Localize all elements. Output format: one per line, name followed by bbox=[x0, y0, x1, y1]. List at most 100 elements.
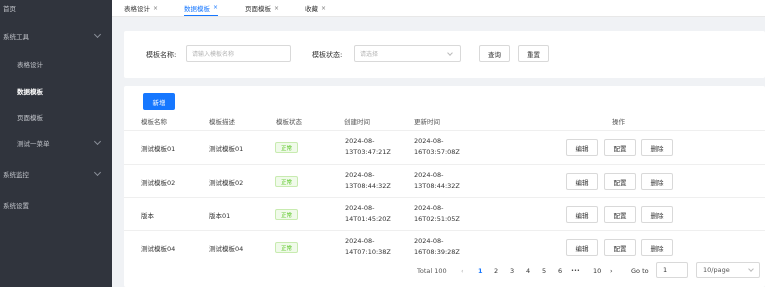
edit-button[interactable]: 编辑 bbox=[566, 239, 598, 256]
add-template-button[interactable]: 新增 bbox=[143, 93, 175, 110]
tab-label: 表格设计 bbox=[124, 5, 150, 13]
pagination-page-6[interactable]: 6 bbox=[558, 267, 562, 275]
created-time-cell: 2024-08- 14T07:10:38Z bbox=[345, 236, 391, 258]
pagination-page-3[interactable]: 3 bbox=[510, 267, 514, 275]
template-name-cell: 测试模板01 bbox=[141, 145, 176, 153]
column-header-status: 模板状态 bbox=[276, 118, 302, 126]
template-name-cell: 版本 bbox=[141, 212, 154, 220]
edit-button[interactable]: 编辑 bbox=[566, 206, 598, 223]
table-row: 测试模板02 测试模板02 正常 2024-08- 13T08:44:32Z 20… bbox=[124, 164, 765, 197]
chevron-down-icon bbox=[93, 137, 102, 146]
pagination-page-2[interactable]: 2 bbox=[494, 267, 498, 275]
input-placeholder: 请输入模板名称 bbox=[192, 51, 235, 58]
close-icon[interactable]: × bbox=[213, 4, 218, 11]
config-button[interactable]: 配置 bbox=[604, 239, 636, 256]
table-row: 测试模板04 测试模板04 正常 2024-08- 14T07:10:38Z 20… bbox=[124, 230, 765, 263]
template-status-select[interactable]: 请选择 bbox=[354, 45, 461, 62]
column-header-desc: 模板描述 bbox=[209, 118, 235, 126]
created-date-part: 2024-08- bbox=[345, 204, 375, 212]
goto-value: 1 bbox=[663, 266, 668, 274]
reset-button[interactable]: 重置 bbox=[518, 45, 549, 62]
pagination-page-4[interactable]: 4 bbox=[526, 267, 530, 275]
edit-button[interactable]: 编辑 bbox=[566, 173, 598, 190]
config-button[interactable]: 配置 bbox=[604, 173, 636, 190]
updated-time-part: 16T03:57:08Z bbox=[414, 148, 460, 156]
created-date-part: 2024-08- bbox=[345, 171, 375, 179]
pagination-page-1[interactable]: 1 bbox=[478, 267, 483, 275]
close-icon[interactable]: × bbox=[321, 5, 326, 12]
sidebar-item-system-monitor[interactable]: 系统监控 bbox=[0, 161, 112, 187]
created-time-part: 14T07:10:38Z bbox=[345, 248, 391, 256]
template-name-cell: 测试模板02 bbox=[141, 179, 176, 187]
sidebar-item-label: 测试一菜单 bbox=[17, 140, 50, 148]
sidebar-item-label: 数据模板 bbox=[17, 88, 43, 96]
sidebar-item-table-design[interactable]: 表格设计 bbox=[0, 51, 112, 77]
edit-button[interactable]: 编辑 bbox=[566, 139, 598, 156]
sidebar-item-label: 首页 bbox=[3, 5, 16, 13]
created-time-cell: 2024-08- 13T08:44:32Z bbox=[345, 170, 391, 192]
pagination-next-icon[interactable]: › bbox=[610, 267, 613, 275]
delete-button[interactable]: 删除 bbox=[641, 239, 673, 256]
tab-table-design[interactable]: 表格设计 × bbox=[124, 0, 158, 16]
updated-time-cell: 2024-08- 16T02:51:05Z bbox=[414, 203, 460, 225]
created-time-part: 14T01:45:20Z bbox=[345, 215, 391, 223]
close-icon[interactable]: × bbox=[153, 5, 158, 12]
template-desc-cell: 版本01 bbox=[209, 212, 231, 220]
sidebar-item-system-settings[interactable]: 系统设置 bbox=[0, 192, 112, 218]
pagination-ellipsis-icon[interactable]: ••• bbox=[571, 268, 580, 274]
delete-button[interactable]: 删除 bbox=[641, 173, 673, 190]
chevron-down-icon bbox=[93, 30, 102, 39]
table-row: 测试模板01 测试模板01 正常 2024-08- 13T03:47:21Z 20… bbox=[124, 130, 765, 163]
sidebar: 首页 系统工具 表格设计 数据模板 页面模板 测试一菜单 系统监控 系统设置 bbox=[0, 0, 112, 287]
pagination-page-5[interactable]: 5 bbox=[542, 267, 546, 275]
query-button[interactable]: 查询 bbox=[479, 45, 510, 62]
column-header-updated: 更新时间 bbox=[414, 118, 440, 126]
template-status-label: 模板状态: bbox=[312, 51, 343, 59]
updated-time-cell: 2024-08- 16T03:57:08Z bbox=[414, 136, 460, 158]
sidebar-item-label: 页面模板 bbox=[17, 114, 43, 122]
template-name-input[interactable]: 请输入模板名称 bbox=[186, 45, 291, 62]
delete-button[interactable]: 删除 bbox=[641, 206, 673, 223]
pagination-prev-icon[interactable]: ‹ bbox=[461, 267, 464, 275]
updated-time-cell: 2024-08- 13T08:44:32Z bbox=[414, 170, 460, 192]
created-time-cell: 2024-08- 14T01:45:20Z bbox=[345, 203, 391, 225]
tab-data-template[interactable]: 数据模板 × bbox=[184, 0, 219, 16]
search-panel: 模板名称: 请输入模板名称 模板状态: 请选择 查询 重置 bbox=[124, 31, 765, 78]
tab-favorites[interactable]: 收藏 × bbox=[305, 0, 326, 16]
column-header-name: 模板名称 bbox=[141, 118, 167, 126]
pagination-page-size-select[interactable]: 10/page bbox=[696, 262, 760, 278]
table-panel: 新增 模板名称 模板描述 模板状态 创建时间 更新时间 操作 测试模板01 测试… bbox=[124, 86, 765, 287]
config-button[interactable]: 配置 bbox=[604, 139, 636, 156]
pagination-page-10[interactable]: 10 bbox=[593, 267, 601, 275]
created-time-part: 13T08:44:32Z bbox=[345, 182, 391, 190]
template-desc-cell: 测试模板01 bbox=[209, 145, 244, 153]
config-button[interactable]: 配置 bbox=[604, 206, 636, 223]
tab-label: 数据模板 bbox=[184, 4, 210, 13]
page-size-value: 10/page bbox=[703, 266, 730, 274]
status-badge: 正常 bbox=[275, 142, 299, 153]
sidebar-item-page-template[interactable]: 页面模板 bbox=[0, 104, 112, 130]
sidebar-item-label: 系统设置 bbox=[3, 202, 29, 210]
chevron-down-icon bbox=[447, 50, 453, 56]
sidebar-item-label: 表格设计 bbox=[17, 61, 43, 69]
updated-date-part: 2024-08- bbox=[414, 137, 444, 145]
status-badge: 正常 bbox=[275, 176, 299, 187]
pagination-goto-input[interactable]: 1 bbox=[656, 262, 688, 278]
sidebar-item-home[interactable]: 首页 bbox=[0, 0, 112, 21]
sidebar-item-label: 系统监控 bbox=[3, 171, 29, 179]
tab-label: 收藏 bbox=[305, 5, 318, 13]
chevron-down-icon bbox=[748, 266, 754, 272]
delete-button[interactable]: 删除 bbox=[641, 139, 673, 156]
table-row: 版本 版本01 正常 2024-08- 14T01:45:20Z 2024-08-… bbox=[124, 197, 765, 230]
status-badge: 正常 bbox=[275, 242, 299, 253]
template-name-label: 模板名称: bbox=[146, 51, 177, 59]
tab-page-template[interactable]: 页面模板 × bbox=[245, 0, 279, 16]
sidebar-item-data-template[interactable]: 数据模板 bbox=[0, 78, 112, 104]
tab-bar: 表格设计 × 数据模板 × 页面模板 × 收藏 × bbox=[112, 0, 765, 17]
chevron-down-icon bbox=[93, 168, 102, 177]
close-icon[interactable]: × bbox=[274, 5, 279, 12]
sidebar-item-system-tools[interactable]: 系统工具 bbox=[0, 23, 112, 49]
status-badge: 正常 bbox=[275, 209, 299, 220]
sidebar-item-test-menu[interactable]: 测试一菜单 bbox=[0, 130, 112, 156]
updated-time-cell: 2024-08- 16T08:39:28Z bbox=[414, 236, 460, 258]
